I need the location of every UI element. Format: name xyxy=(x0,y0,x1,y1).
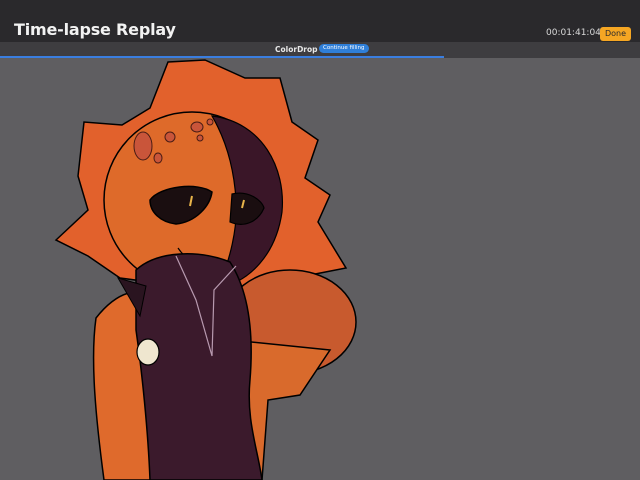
tool-name-label: ColorDrop xyxy=(275,45,318,54)
elapsed-time: 00:01:41:04 xyxy=(546,28,601,38)
artwork-canvas xyxy=(54,59,357,480)
coat-button xyxy=(136,338,160,366)
replay-top-bar: Time-lapse Replay 00:01:41:04 Done xyxy=(0,0,640,42)
page-title: Time-lapse Replay xyxy=(14,20,176,39)
continue-filling-button[interactable]: Continue filling xyxy=(319,44,369,53)
done-button[interactable]: Done xyxy=(600,27,631,41)
character-illustration xyxy=(54,59,357,480)
